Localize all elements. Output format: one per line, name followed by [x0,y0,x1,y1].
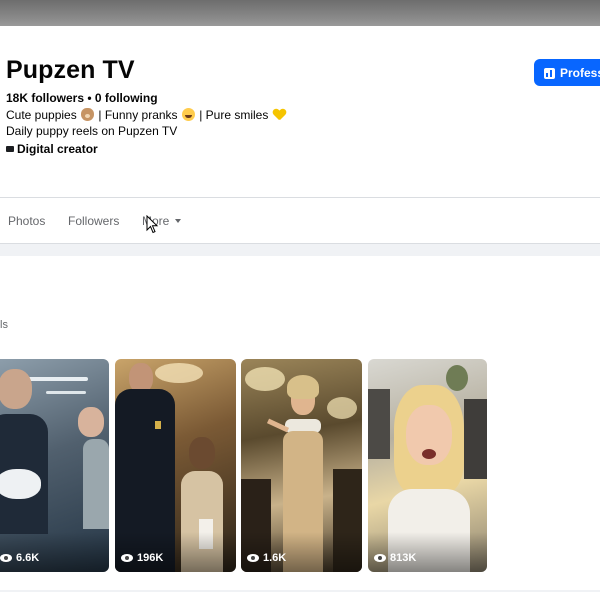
page-title: Pupzen TV [6,56,135,84]
reel-views: 6.6K [0,552,39,564]
bio-text-3: | Pure smiles [195,108,272,122]
tab-followers[interactable]: Followers [68,214,119,228]
profile-header: Pupzen TV 18K followers • 0 following Cu… [0,26,600,198]
mouse-cursor-icon [146,215,159,234]
reel-views: 196K [121,552,163,564]
eye-icon [247,554,259,562]
profile-tabs: Photos Followers More [0,198,600,244]
reels-section: ls 6.6K 196K 1.6K 813K [0,256,600,590]
caret-down-icon [175,219,182,223]
category-icon [6,146,14,152]
dog-emoji-icon [81,108,95,121]
reels-heading: ls [0,319,8,331]
bio-text-1: Cute puppies [6,108,81,122]
eye-icon [121,554,133,562]
reel-views: 1.6K [247,552,286,564]
followers-count[interactable]: 18K followers • 0 following [6,91,158,105]
eye-icon [374,554,386,562]
eye-icon [0,554,12,562]
laughing-emoji-icon [181,108,195,121]
dashboard-icon [544,68,555,79]
reel-thumbnail[interactable]: 1.6K [241,359,362,572]
bio-line-1: Cute puppies | Funny pranks | Pure smile… [6,108,287,122]
reel-thumbnail[interactable]: 196K [115,359,236,572]
browser-top-band [0,0,600,26]
bio-line-2: Daily puppy reels on Pupzen TV [6,124,178,138]
next-card-edge [0,592,600,600]
professional-dashboard-button[interactable]: Professional dashboard [534,59,600,86]
category-text: Digital creator [17,142,98,156]
reel-thumbnail[interactable]: 813K [368,359,487,572]
tab-photos[interactable]: Photos [8,214,45,228]
reel-views: 813K [374,552,416,564]
category-label: Digital creator [6,142,98,156]
bio-text-2: | Funny pranks [95,108,181,122]
reel-thumbnail[interactable]: 6.6K [0,359,109,572]
yellow-heart-emoji-icon [273,109,286,121]
professional-button-label: Professional dashboard [560,66,600,80]
